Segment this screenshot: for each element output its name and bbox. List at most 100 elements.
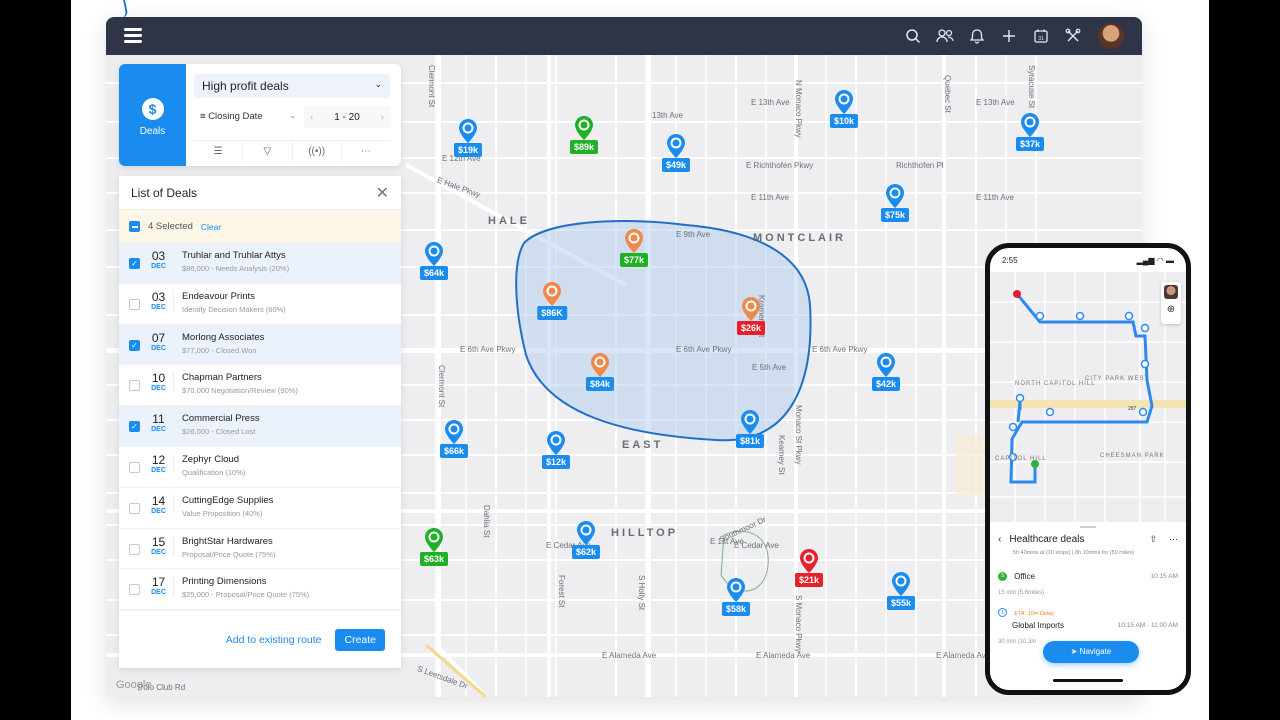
search-icon[interactable]	[904, 27, 922, 45]
deal-day: 10	[151, 371, 166, 386]
deal-map-pin[interactable]: $10k	[824, 90, 864, 130]
phone-route-map[interactable]: NORTH CAPITOL HILL CITY PARK WEST CHEESM…	[990, 272, 1186, 522]
deal-map-pin[interactable]: $62k	[566, 521, 606, 561]
calendar-icon[interactable]: 31	[1032, 27, 1050, 45]
sort-dropdown[interactable]: ≡ Closing Date ⌄	[194, 106, 300, 128]
plus-icon[interactable]	[1000, 27, 1018, 45]
deal-row[interactable]: 03 DEC Endeavour Prints Identify Decision M…	[119, 284, 401, 325]
deal-checkbox[interactable]: ✓	[129, 421, 140, 433]
deal-checkbox[interactable]	[129, 502, 140, 514]
next-page-icon[interactable]: ›	[381, 112, 384, 123]
map-marker-icon	[886, 184, 904, 208]
deal-row[interactable]: ✓ 03 DEC Truhlar and Truhlar Attys $86,000 -…	[119, 243, 401, 284]
pagination: ‹ 1 - 20 ›	[304, 106, 390, 128]
deal-map-pin[interactable]: $64k	[414, 242, 454, 282]
deal-row[interactable]: 15 DEC BrightStar Hardwares Proposal/Price …	[119, 529, 401, 570]
deal-checkbox[interactable]: ✓	[129, 258, 140, 269]
locate-icon[interactable]: ⊕	[1161, 304, 1181, 315]
deal-meta: $25,000 - Proposal/Price Quote (75%)	[182, 590, 310, 600]
deal-map-pin[interactable]: $58k	[716, 578, 756, 618]
deal-name: Printing Dimensions	[182, 576, 267, 588]
close-icon[interactable]: ✕	[376, 183, 389, 203]
street-label: Kearney St	[777, 435, 786, 475]
deal-map-pin[interactable]: $81k	[730, 410, 770, 450]
deal-row[interactable]: 17 DEC Printing Dimensions $25,000 - Propos…	[119, 569, 401, 611]
deal-map-pin[interactable]: $12k	[536, 431, 576, 471]
route-stop[interactable]: S Office	[998, 572, 1035, 582]
radar-icon[interactable]: ((•))	[293, 141, 342, 162]
deal-row[interactable]: ✓ 11 DEC Commercial Press $26,000 - Closed L…	[119, 406, 401, 447]
back-icon[interactable]: ‹	[998, 534, 1001, 545]
pin-value-label: $66k	[439, 444, 469, 458]
user-avatar[interactable]	[1098, 23, 1124, 49]
more-icon[interactable]: ⋯	[342, 141, 390, 162]
navigate-button[interactable]: ➤ Navigate	[1043, 641, 1139, 663]
deal-checkbox[interactable]	[129, 543, 140, 555]
deal-map-pin[interactable]: $37k	[1010, 113, 1050, 153]
deal-map-pin[interactable]: $19k	[448, 119, 488, 159]
clear-selection-link[interactable]: Clear	[201, 222, 221, 232]
deal-checkbox[interactable]	[129, 461, 140, 473]
deal-day: 11	[152, 412, 165, 427]
deal-date: 14 DEC	[148, 494, 174, 515]
bell-icon[interactable]	[968, 27, 986, 45]
deal-checkbox[interactable]	[129, 380, 140, 392]
route-title: Healthcare deals	[1009, 534, 1085, 545]
prev-page-icon[interactable]: ‹	[310, 112, 313, 123]
map-marker-icon	[425, 242, 443, 266]
deal-row[interactable]: 12 DEC Zephyr Cloud Qualification (10%)	[119, 447, 401, 488]
deal-day: 12	[151, 452, 166, 467]
deal-row[interactable]: ✓ 07 DEC Morlong Associates $77,000 - Closed…	[119, 324, 401, 366]
deal-info: Morlong Associates $77,000 - Closed Won	[182, 332, 264, 355]
deal-checkbox[interactable]	[129, 298, 140, 310]
deal-map-pin[interactable]: $49k	[656, 134, 696, 174]
street-label: E Richthofen Pkwy	[746, 161, 814, 170]
deal-checkbox[interactable]	[129, 584, 140, 596]
filter-icon[interactable]: ▽	[243, 141, 293, 162]
street-label: Clermont St	[427, 65, 436, 108]
create-route-button[interactable]: Create	[335, 628, 385, 651]
deal-map-pin[interactable]: $89k	[564, 116, 604, 156]
pin-value-label: $55k	[886, 596, 916, 610]
deal-map-pin[interactable]: $86K	[532, 282, 572, 322]
tools-icon[interactable]	[1064, 27, 1082, 45]
deal-row[interactable]: 14 DEC CuttingEdge Supplies Value Propositi…	[119, 488, 401, 529]
pin-value-label: $26k	[736, 321, 766, 335]
view-dropdown-value: High profit deals	[202, 79, 289, 93]
sheet-drag-handle[interactable]	[1080, 526, 1096, 528]
map-marker-icon	[835, 90, 853, 114]
select-all-checkbox[interactable]	[129, 221, 140, 232]
deal-map-pin[interactable]: $75k	[875, 184, 915, 224]
street-label: 13th Ave	[652, 111, 683, 120]
more-icon[interactable]: ⋯	[1169, 534, 1178, 545]
driver-avatar[interactable]	[1164, 285, 1178, 299]
deal-map-pin[interactable]: $21k	[789, 549, 829, 589]
hamburger-menu-icon[interactable]	[124, 28, 142, 44]
deal-map-pin[interactable]: $66k	[434, 420, 474, 460]
neighborhood-east: EAST	[622, 439, 664, 451]
add-to-existing-route-button[interactable]: Add to existing route	[226, 634, 322, 646]
deal-info: Zephyr Cloud Qualification (10%)	[182, 454, 245, 477]
deal-month: DEC	[151, 344, 166, 352]
deal-map-pin[interactable]: $55k	[881, 572, 921, 612]
deal-row[interactable]: 10 DEC Chapman Partners $70,000 Negotiation…	[119, 365, 401, 407]
route-stop[interactable]: 1 ETA: 10m Delay	[998, 608, 1054, 618]
street-label: Forest St	[557, 575, 566, 608]
deal-map-pin[interactable]: $42k	[866, 353, 906, 393]
chevron-down-icon: ⌄	[289, 111, 296, 120]
deal-meta: Identify Decision Makers (60%)	[182, 304, 286, 314]
deal-map-pin[interactable]: $26k	[731, 297, 771, 337]
svg-text:CITY PARK WEST: CITY PARK WEST	[1085, 376, 1149, 382]
pin-value-label: $21k	[794, 573, 824, 587]
deal-checkbox[interactable]: ✓	[129, 339, 140, 351]
list-icon[interactable]: ☰	[194, 141, 244, 162]
deals-module-tab[interactable]: $ Deals	[119, 64, 186, 166]
deal-map-pin[interactable]: $77k	[614, 229, 654, 269]
deal-month: DEC	[151, 507, 166, 515]
deal-map-pin[interactable]: $63k	[414, 528, 454, 568]
contacts-icon[interactable]	[936, 27, 954, 45]
deal-map-pin[interactable]: $84k	[580, 353, 620, 393]
deal-meta: Qualification (10%)	[182, 467, 246, 477]
view-dropdown[interactable]: High profit deals ⌄	[194, 74, 390, 98]
share-icon[interactable]: ⇧	[1149, 534, 1157, 545]
